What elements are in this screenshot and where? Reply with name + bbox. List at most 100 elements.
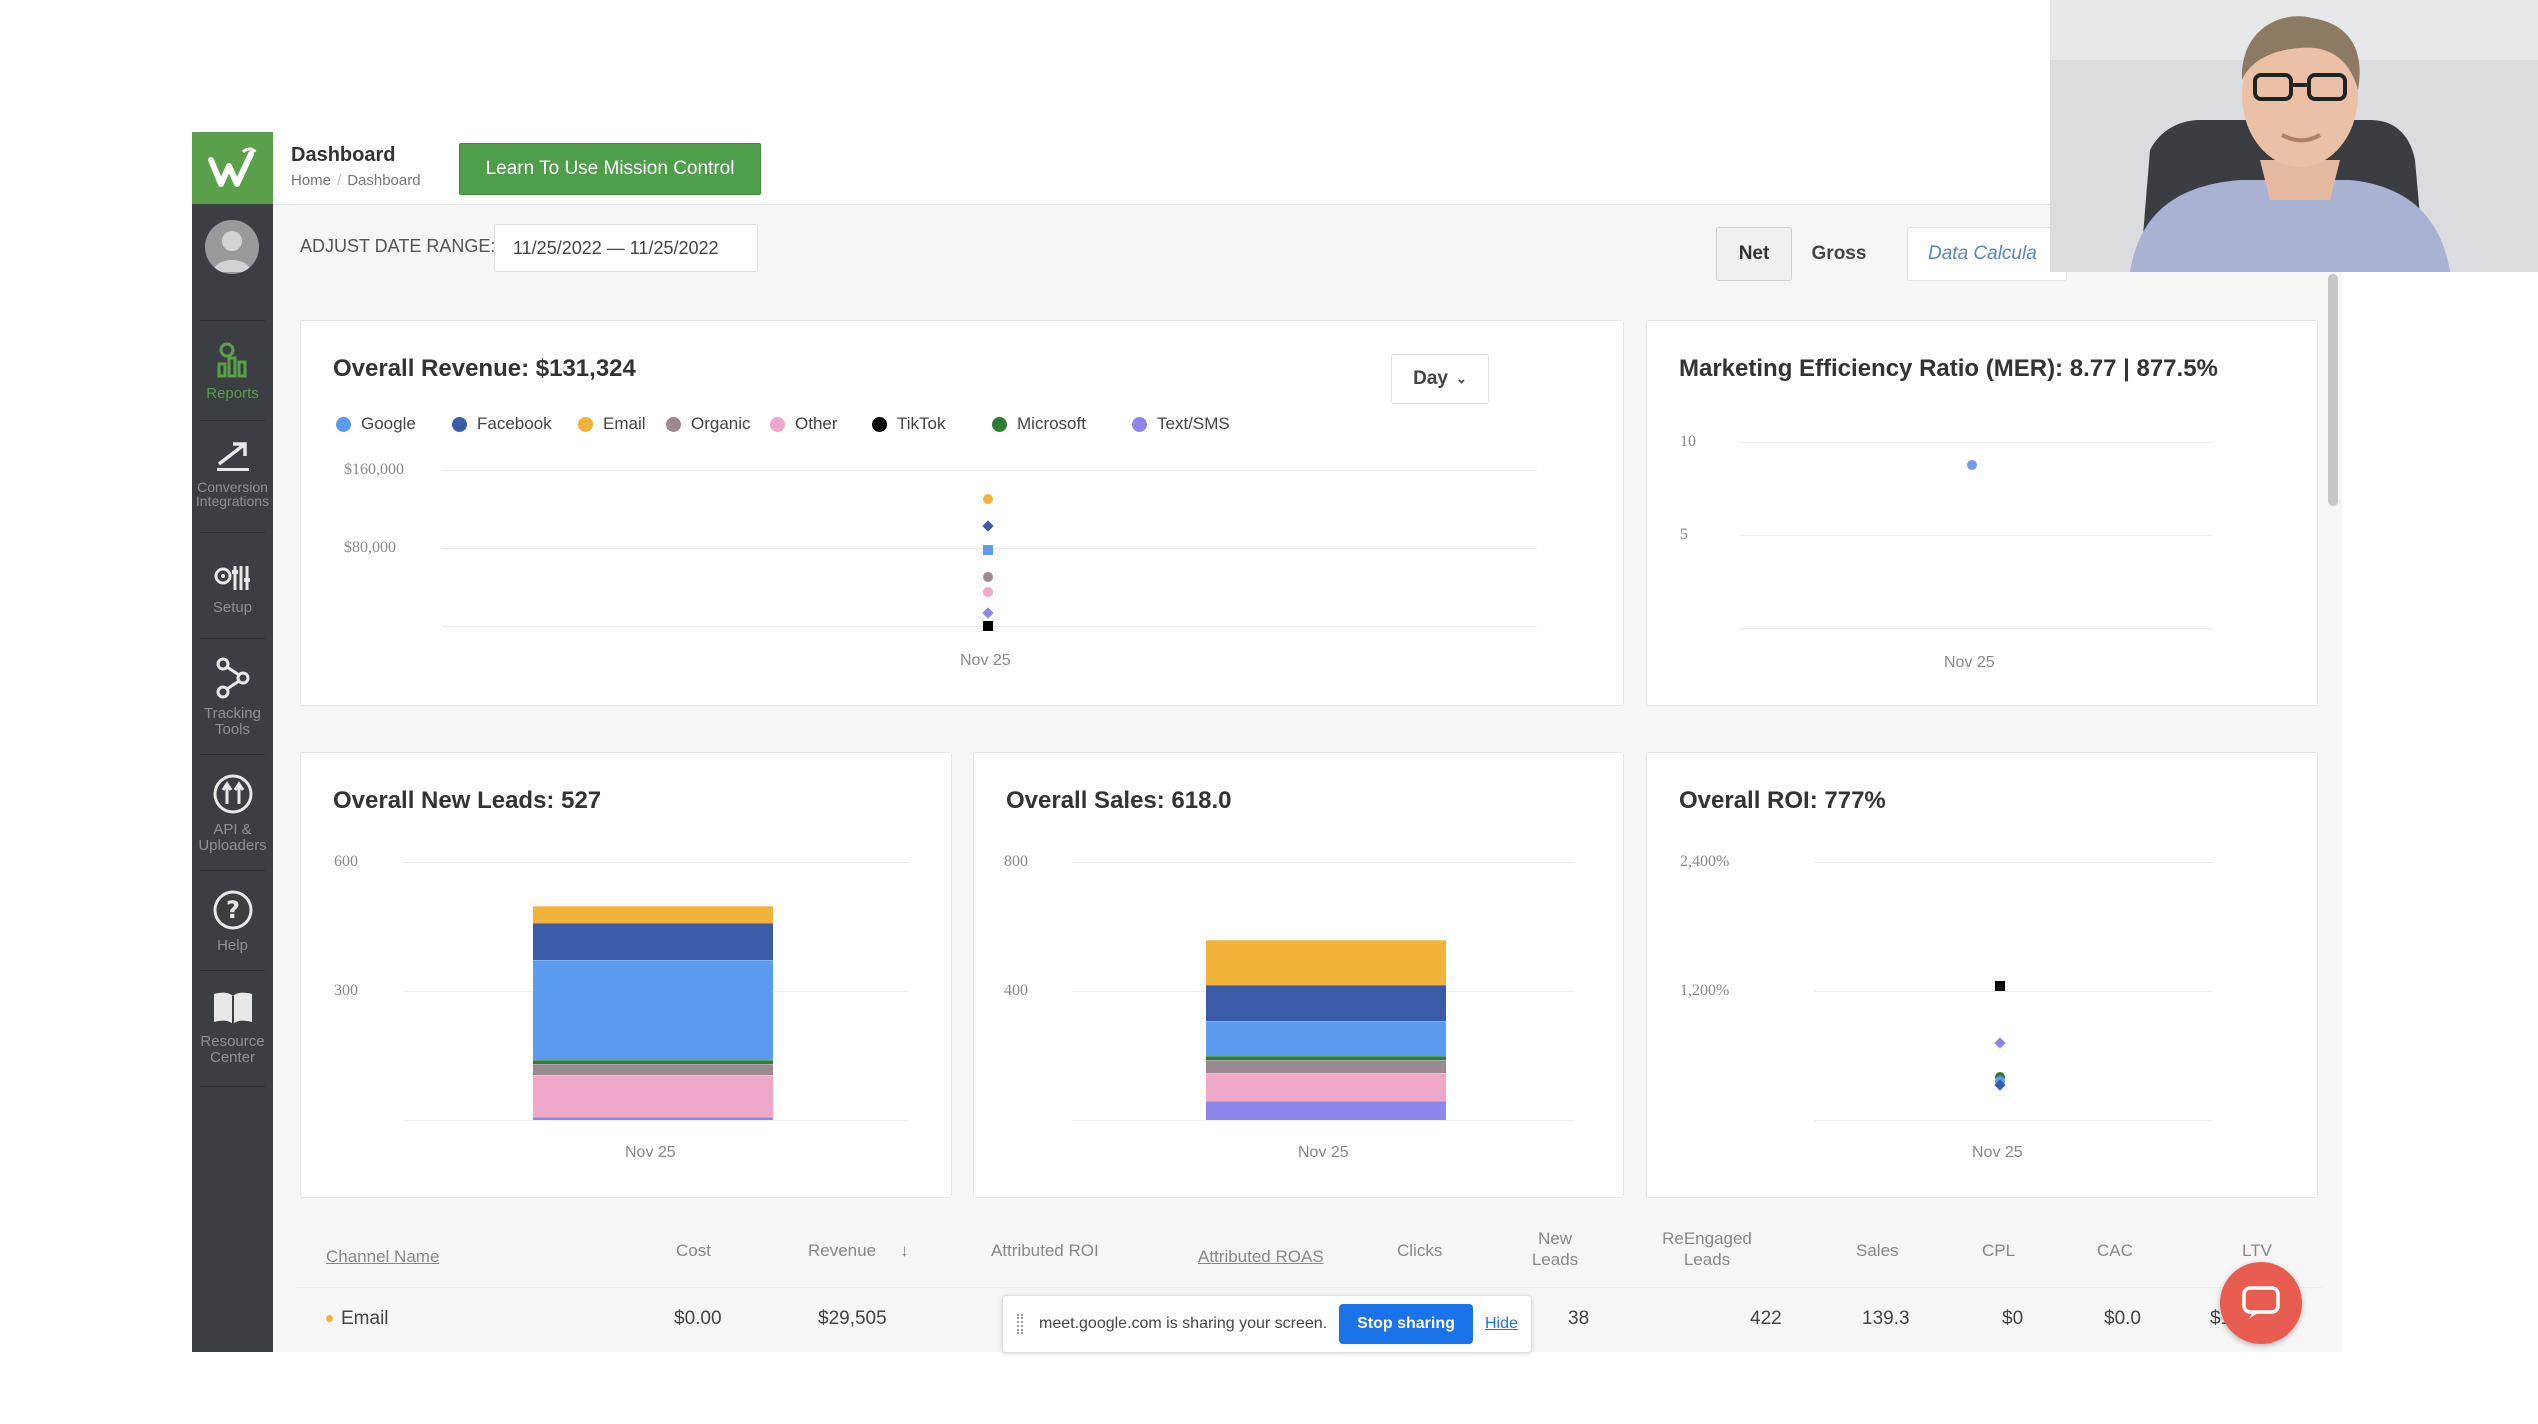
drag-handle-icon[interactable] (1017, 1314, 1023, 1334)
breadcrumb-home[interactable]: Home (291, 172, 331, 189)
help-icon: ? (213, 890, 252, 930)
data-point-google (983, 544, 993, 555)
page-title: Dashboard (291, 144, 396, 166)
data-calculation-button[interactable]: Data Calcula (1907, 227, 2067, 281)
cost-cell: $0.00 (674, 1308, 722, 1329)
chat-launcher-button[interactable] (2220, 1262, 2302, 1344)
legend-dot (666, 416, 681, 432)
bar-segment-organic (533, 1064, 773, 1075)
th-reengaged-leads[interactable]: ReEngaged Leads (1662, 1228, 1752, 1270)
x-tick-label: Nov 25 (960, 652, 1011, 669)
net-toggle-button[interactable]: Net (1716, 227, 1792, 281)
book-icon (213, 992, 252, 1024)
th-clicks[interactable]: Clicks (1397, 1240, 1442, 1261)
bar-segment-textsms (533, 1116, 773, 1120)
x-tick-label: Nov 25 (1944, 654, 1995, 671)
sidebar-item-resource-center[interactable]: Resource Center (192, 988, 273, 1066)
legend-item-google[interactable]: Google (336, 414, 416, 434)
channel-cell[interactable]: Email (326, 1308, 389, 1330)
data-point (1967, 459, 1977, 470)
legend-label: Email (603, 414, 646, 433)
chart-gridline (442, 470, 1537, 471)
sidebar-item-label: Setup (212, 599, 253, 616)
chart-baseline (1072, 1120, 1574, 1121)
legend-item-email[interactable]: Email (578, 414, 646, 434)
sales-title: Overall Sales: 618.0 (1006, 787, 1232, 814)
setup-gears-icon (214, 566, 250, 590)
bar-segment-microsoft (1206, 1056, 1446, 1060)
x-tick-label: Nov 25 (1298, 1144, 1349, 1161)
hide-banner-link[interactable]: Hide (1485, 1315, 1518, 1333)
stop-sharing-button[interactable]: Stop sharing (1339, 1304, 1473, 1344)
new-leads-cell: 38 (1568, 1308, 1590, 1329)
bar-segment-textsms (1206, 1101, 1446, 1120)
x-tick-label: Nov 25 (625, 1144, 676, 1161)
legend-label: Other (795, 414, 838, 433)
mer-card: Marketing Efficiency Ratio (MER): 8.77 |… (1646, 320, 2318, 706)
sidebar-divider (200, 754, 265, 755)
sidebar-item-help[interactable]: ? Help (192, 888, 273, 954)
legend-item-facebook[interactable]: Facebook (452, 414, 552, 434)
th-channel-name[interactable]: Channel Name (326, 1246, 439, 1267)
th-revenue-label: Revenue (808, 1241, 877, 1260)
chart-gridline (1740, 535, 2212, 536)
legend-item-organic[interactable]: Organic (666, 414, 751, 434)
th-cost[interactable]: Cost (676, 1240, 711, 1261)
date-range-input[interactable]: 11/25/2022 — 11/25/2022 (494, 224, 758, 272)
legend-item-microsoft[interactable]: Microsoft (992, 414, 1086, 434)
top-bar: Dashboard Home / Dashboard Learn To Use Mi… (273, 132, 2342, 205)
y-tick-label: 1,200% (1680, 982, 1730, 999)
th-cpl[interactable]: CPL (1982, 1240, 2015, 1261)
sidebar-item-label: API & Uploaders (198, 821, 267, 854)
legend-label: Organic (691, 414, 751, 433)
y-tick-label: 300 (334, 982, 358, 999)
y-tick-label: $80,000 (344, 539, 396, 556)
sidebar-item-reports[interactable]: Reports (192, 340, 273, 402)
th-new-leads[interactable]: New Leads (1530, 1228, 1580, 1270)
scrollbar-thumb[interactable] (2328, 274, 2338, 506)
data-point-tiktok (1995, 980, 2005, 991)
legend-dot (1132, 416, 1147, 432)
th-attributed-roas[interactable]: Attributed ROAS (1198, 1246, 1324, 1267)
webcam-overlay (2050, 0, 2538, 272)
screen-share-banner: meet.google.com is sharing your screen. … (1002, 1295, 1532, 1353)
roi-title: Overall ROI: 777% (1679, 787, 1886, 814)
legend-item-tiktok[interactable]: TikTok (872, 414, 946, 434)
sidebar-item-label: Resource Center (200, 1033, 265, 1066)
sidebar-divider (200, 320, 265, 321)
bar-segment-other (533, 1074, 773, 1117)
sidebar-item-tracking-tools[interactable]: Tracking Tools (192, 656, 273, 738)
th-sales[interactable]: Sales (1856, 1240, 1899, 1261)
bar-segment-other (1206, 1072, 1446, 1102)
th-attributed-roi[interactable]: Attributed ROI (991, 1240, 1099, 1261)
th-revenue[interactable]: Revenue ↓ (808, 1240, 909, 1261)
legend-item-other[interactable]: Other (770, 414, 838, 434)
sidebar-item-conversion-integrations[interactable]: Conversion Integrations (192, 438, 273, 510)
sales-cell: 139.3 (1862, 1308, 1910, 1329)
sidebar-item-api-uploaders[interactable]: API & Uploaders (192, 772, 273, 854)
data-point-tiktok (983, 621, 993, 631)
channel-name: Email (341, 1308, 389, 1329)
period-select[interactable]: Day ⌄ (1391, 354, 1489, 404)
sidebar-divider (200, 870, 265, 871)
user-avatar[interactable] (205, 220, 259, 274)
chart-gridline (1072, 862, 1574, 863)
legend-dot (770, 416, 785, 432)
revenue-title: Overall Revenue: $131,324 (333, 355, 636, 382)
channel-dot (326, 1315, 333, 1323)
sidebar-divider (200, 532, 265, 533)
sidebar-item-setup[interactable]: Setup (192, 562, 273, 616)
legend-dot (452, 416, 467, 432)
th-cac[interactable]: CAC (2097, 1240, 2133, 1261)
api-upload-icon (213, 774, 252, 814)
learn-mission-control-button[interactable]: Learn To Use Mission Control (459, 143, 761, 195)
chart-baseline (1814, 1120, 2212, 1121)
legend-label: Microsoft (1017, 414, 1086, 433)
brand-logo[interactable] (192, 132, 273, 204)
bar-segment-microsoft (533, 1059, 773, 1065)
cac-cell: $0.0 (2104, 1308, 2141, 1329)
gross-toggle-button[interactable]: Gross (1792, 227, 1886, 281)
legend-dot (336, 416, 351, 432)
th-ltv[interactable]: LTV (2242, 1240, 2272, 1261)
legend-item-textsms[interactable]: Text/SMS (1132, 414, 1230, 434)
